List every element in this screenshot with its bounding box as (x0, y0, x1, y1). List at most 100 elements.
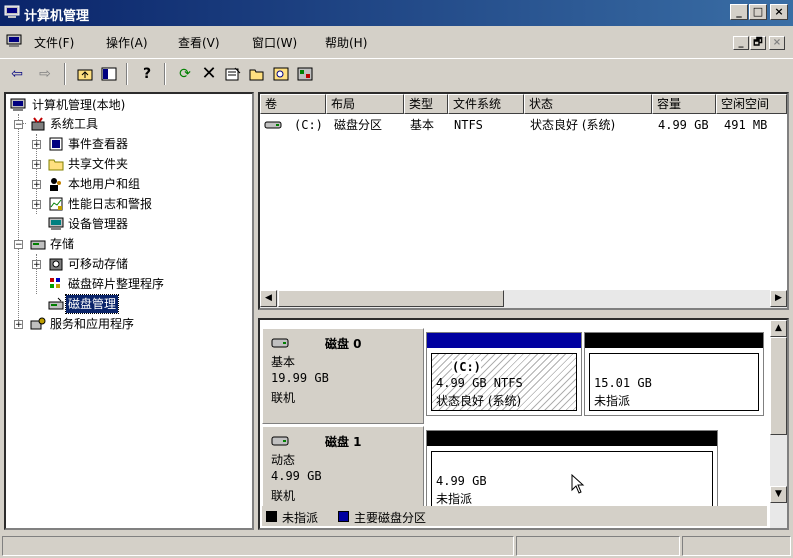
legend-unallocated-swatch (266, 511, 277, 522)
removable-storage-icon (49, 258, 63, 271)
volume-list[interactable]: 卷 布局 类型 文件系统 状态 容量 空闲空间 (C:) 磁盘分区 基本 NTF… (258, 92, 789, 310)
status-panel-main (2, 536, 514, 556)
storage-icon (30, 240, 46, 250)
event-viewer-icon (49, 137, 63, 151)
scroll-left-button[interactable]: ◀ (260, 290, 277, 307)
partition-unallocated-0[interactable]: 15.01 GB 未指派 (584, 332, 764, 416)
disk-management-icon (48, 297, 64, 310)
computer-icon (10, 98, 26, 111)
expand-icon[interactable]: + (32, 200, 41, 210)
cell-capacity: 4.99 GB (658, 118, 709, 132)
partition-c-label: (C:) (452, 360, 481, 374)
help-icon[interactable]: ? (136, 63, 158, 85)
vertical-scrollbar[interactable]: ▲ ▼ (770, 320, 787, 528)
column-capacity[interactable]: 容量 (652, 94, 716, 114)
partition-c[interactable]: (C:) 4.99 GB NTFS 状态良好 (系统) (426, 332, 582, 416)
disk-1-size: 4.99 GB (271, 469, 322, 483)
disk-1-type: 动态 (271, 453, 296, 467)
disk-0-state: 联机 (271, 391, 296, 405)
column-free-space[interactable]: 空闲空间 (716, 94, 787, 114)
disk-graphical-view[interactable]: 磁盘 0 基本 19.99 GB 联机 (C:) 4.99 GB NTFS 状态… (258, 318, 789, 530)
partition-c-status: 状态良好 (系统) (436, 394, 522, 408)
mouse-cursor-icon (571, 474, 585, 494)
disk-0-name: 磁盘 0 (325, 337, 362, 351)
cell-type: 基本 (410, 118, 435, 132)
menu-help[interactable]: 帮助(H) (325, 34, 367, 51)
status-panel-2 (516, 536, 680, 556)
minimize-button[interactable]: _ (730, 4, 748, 20)
legend-primary-swatch (338, 511, 349, 522)
title-bar[interactable]: 计算机管理 _ □ × (0, 0, 793, 26)
folder-icon (48, 159, 64, 171)
cell-filesystem: NTFS (454, 118, 483, 132)
users-icon (50, 178, 61, 191)
document-icon[interactable] (6, 34, 22, 48)
device-manager-icon (48, 217, 64, 230)
disk-1-state: 联机 (271, 489, 296, 503)
menu-window[interactable]: 窗口(W) (252, 34, 297, 51)
cell-free-space: 491 MB (724, 118, 768, 132)
scroll-thumb[interactable] (770, 337, 787, 435)
open-folder-icon[interactable] (246, 63, 268, 85)
column-type[interactable]: 类型 (404, 94, 448, 114)
disk-icon (271, 338, 289, 348)
unallocated-0-status: 未指派 (594, 394, 631, 408)
expand-icon[interactable]: + (32, 180, 41, 190)
column-status[interactable]: 状态 (524, 94, 652, 114)
services-icon (30, 317, 46, 330)
menu-bar: 文件(F) 操作(A) 查看(V) 窗口(W) 帮助(H) _ 🗗 × (0, 28, 793, 56)
wizard-icon[interactable] (294, 63, 316, 85)
menu-file[interactable]: 文件(F) (34, 34, 74, 51)
scroll-down-button[interactable]: ▼ (770, 486, 787, 503)
menu-view[interactable]: 查看(V) (178, 34, 220, 51)
toolbar: ⇦ ⇨ ? ⟳ ✕ (0, 58, 793, 89)
expand-icon[interactable]: + (32, 160, 41, 170)
scroll-up-button[interactable]: ▲ (770, 320, 787, 337)
scroll-thumb[interactable] (278, 290, 504, 307)
expand-icon[interactable]: + (32, 260, 41, 270)
column-layout[interactable]: 布局 (326, 94, 404, 114)
show-hide-tree-icon[interactable] (98, 63, 120, 85)
drive-icon (264, 121, 282, 129)
delete-icon[interactable]: ✕ (198, 63, 220, 85)
console-tree[interactable]: 计算机管理(本地) − 系统工具 + 事件查看器 + 共享文件夹 + 本地用户和… (4, 92, 254, 530)
column-volume[interactable]: 卷 (260, 94, 326, 114)
expand-icon[interactable]: + (32, 140, 41, 150)
expand-icon[interactable]: + (14, 320, 23, 330)
horizontal-scrollbar[interactable]: ◀ ▶ (260, 290, 787, 308)
up-folder-icon[interactable] (74, 63, 96, 85)
partition-unallocated-1[interactable]: 4.99 GB 未指派 (426, 430, 718, 514)
mdi-restore-button[interactable]: 🗗 (750, 36, 766, 50)
column-filesystem[interactable]: 文件系统 (448, 94, 524, 114)
legend-unallocated: 未指派 (282, 511, 319, 525)
cell-layout: 磁盘分区 (334, 118, 383, 132)
performance-icon (49, 197, 63, 211)
legend-primary: 主要磁盘分区 (354, 511, 427, 525)
properties-icon[interactable] (222, 63, 244, 85)
partition-c-size: 4.99 GB NTFS (436, 376, 523, 390)
search-disk-icon[interactable] (270, 63, 292, 85)
back-arrow-icon[interactable]: ⇦ (6, 63, 28, 85)
unallocated-1-status: 未指派 (436, 492, 473, 506)
legend: 未指派 主要磁盘分区 (262, 506, 767, 526)
scroll-right-button[interactable]: ▶ (770, 290, 787, 307)
cell-volume: (C:) (294, 118, 323, 132)
tools-icon (31, 117, 45, 131)
menu-action[interactable]: 操作(A) (106, 34, 148, 51)
collapse-icon[interactable]: − (14, 240, 23, 250)
status-panel-3 (682, 536, 791, 556)
close-button[interactable]: × (770, 4, 788, 20)
computer-management-icon (4, 5, 20, 18)
forward-arrow-icon[interactable]: ⇨ (34, 63, 56, 85)
mdi-minimize-button[interactable]: _ (733, 36, 749, 50)
disk-0-type: 基本 (271, 355, 296, 369)
disk-1-name: 磁盘 1 (325, 435, 362, 449)
disk-icon (271, 436, 289, 446)
cell-status: 状态良好 (系统) (530, 118, 616, 132)
maximize-button[interactable]: □ (749, 4, 767, 20)
mdi-close-button[interactable]: × (769, 36, 785, 50)
refresh-icon[interactable]: ⟳ (174, 63, 196, 85)
disk-0-size: 19.99 GB (271, 371, 329, 385)
collapse-icon[interactable]: − (14, 120, 23, 130)
disk-0-info[interactable]: 磁盘 0 基本 19.99 GB 联机 (262, 328, 424, 424)
